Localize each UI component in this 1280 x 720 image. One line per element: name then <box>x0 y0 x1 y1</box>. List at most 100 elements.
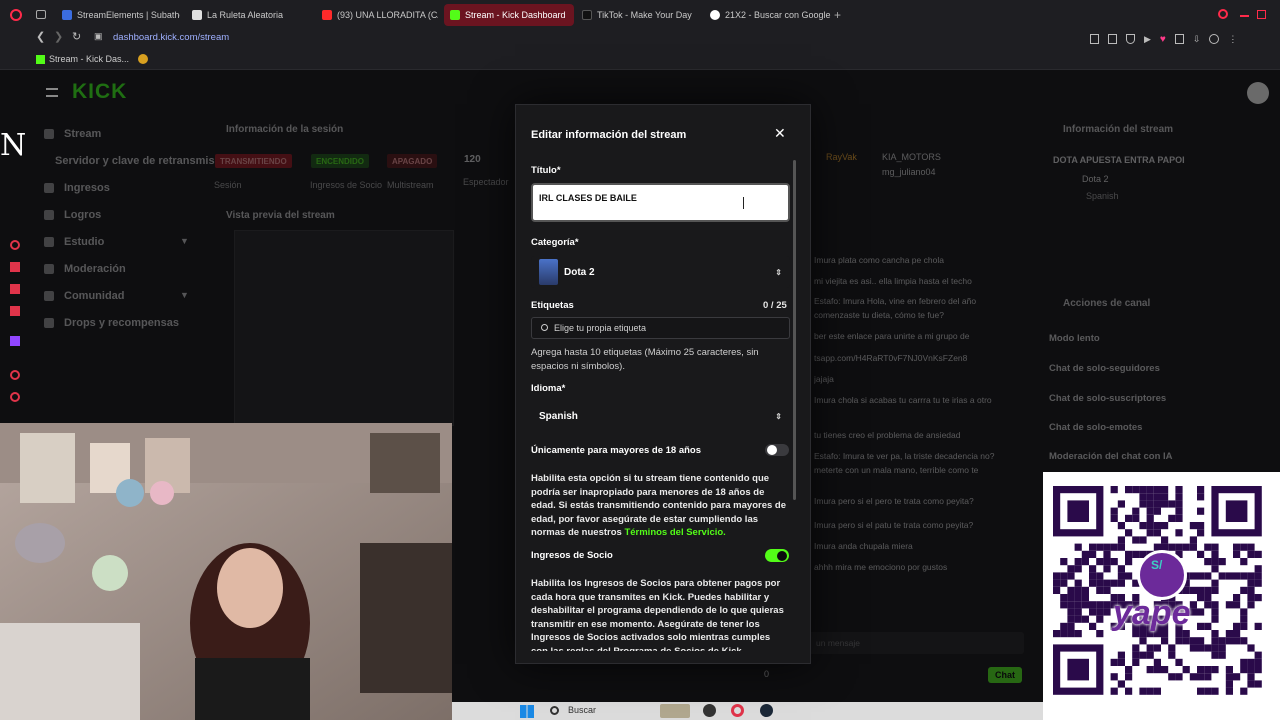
record-icon[interactable] <box>10 370 20 380</box>
taskbar-search-icon[interactable] <box>550 706 559 715</box>
chat-send-button[interactable]: Chat <box>988 667 1022 683</box>
webcam-image <box>0 423 452 720</box>
title-input-value: IRL CLASES DE BAILE <box>539 193 637 203</box>
back-icon[interactable]: ❮ <box>36 30 45 43</box>
partner-toggle[interactable] <box>765 549 789 562</box>
sidebar-item-moderacion[interactable]: Moderación <box>44 263 126 275</box>
url-field[interactable]: dashboard.kick.com/stream <box>113 32 229 43</box>
extensions-icon[interactable] <box>1174 34 1184 44</box>
tags-input[interactable]: Elige tu propia etiqueta <box>531 317 790 339</box>
history-icon[interactable] <box>10 392 20 402</box>
chat-message: tu tienes creo el problema de ansiedad <box>814 430 961 440</box>
new-tab-button[interactable]: + <box>834 8 841 22</box>
chat-icon[interactable] <box>10 284 20 294</box>
chevron-updown-icon: ⇕ <box>775 411 782 421</box>
chat-message: Imura pero si el pero te trata como peyi… <box>814 496 974 506</box>
tags-hint: Agrega hasta 10 etiquetas (Máximo 25 car… <box>531 347 759 372</box>
download-icon[interactable]: ⇩ <box>1193 34 1201 45</box>
hamburger-icon[interactable] <box>46 88 58 97</box>
language-value: Spanish <box>539 410 578 422</box>
chat-message: Estafo: Imura te ver pa, la triste decad… <box>814 451 995 461</box>
stream-info-title: Información del stream <box>1063 124 1174 135</box>
chevron-updown-icon: ⇕ <box>775 267 782 277</box>
gift-icon <box>44 318 54 328</box>
language-select[interactable]: Spanish ⇕ <box>531 400 790 432</box>
terms-link[interactable]: Términos del Servicio. <box>624 527 725 538</box>
profile-icon[interactable] <box>1209 34 1220 44</box>
chat-message: Estafo: Imura Hola, vine en febrero del … <box>814 296 977 306</box>
toggle-knob <box>777 550 787 561</box>
twitch-icon[interactable] <box>10 336 20 346</box>
dota-thumbnail <box>539 259 558 285</box>
user-avatar[interactable] <box>1247 82 1269 104</box>
browser-tab-active[interactable]: Stream - Kick Dashboard <box>444 4 574 26</box>
action-followers-only[interactable]: Chat de solo-seguidores <box>1049 363 1160 374</box>
browser-tab[interactable]: La Ruleta Aleatoria <box>186 4 310 26</box>
menu-icon[interactable]: ⋮ <box>1228 34 1237 45</box>
bookmark-item[interactable]: Stream - Kick Das... <box>49 54 129 64</box>
sidebar-item-comunidad[interactable]: Comunidad <box>44 290 125 302</box>
play-icon[interactable]: ▶ <box>1144 34 1151 45</box>
tab-favicon-icon <box>322 10 332 20</box>
bookmark-icon[interactable] <box>138 54 148 64</box>
bookmark-icon[interactable] <box>1090 34 1099 44</box>
sidebar-item-server-key[interactable]: Servidor y clave de retransmisión <box>55 155 231 167</box>
partner-label: Ingresos de Socio <box>531 550 613 561</box>
action-slow-mode[interactable]: Modo lento <box>1049 333 1100 344</box>
steam-icon[interactable] <box>760 704 773 717</box>
forward-icon[interactable]: ❯ <box>54 30 63 43</box>
kick-logo[interactable]: KICK <box>72 80 127 104</box>
sidebar-item-drops[interactable]: Drops y recompensas <box>44 317 179 329</box>
minimize-icon[interactable] <box>1240 15 1249 17</box>
category-select[interactable]: Dota 2 ⇕ <box>531 256 790 288</box>
sidebar-item-stream[interactable]: Stream <box>44 128 101 140</box>
chat-input[interactable]: un mensaje <box>806 632 1024 654</box>
workspaces-icon[interactable] <box>36 10 46 19</box>
chat-message: mi viejita es asi.. ella limpia hasta el… <box>814 276 972 286</box>
action-ai-moderation[interactable]: Moderación del chat con IA <box>1049 451 1173 462</box>
chat-message: Imura pero si el patu te trata como peyi… <box>814 520 974 530</box>
reload-icon[interactable]: ↻ <box>72 30 81 43</box>
sidebar-item-estudio[interactable]: Estudio <box>44 236 104 248</box>
title-input[interactable]: IRL CLASES DE BAILE <box>531 183 790 222</box>
browser-tab[interactable]: StreamElements | Subatho <box>56 4 180 26</box>
edit-stream-modal: Editar información del stream ✕ Título* … <box>515 104 811 664</box>
screenshot-icon[interactable] <box>1108 34 1117 44</box>
modal-scrollbar[interactable] <box>793 160 796 500</box>
chevron-down-icon[interactable]: ▼ <box>180 290 189 300</box>
maximize-icon[interactable] <box>1257 10 1266 19</box>
coins-icon <box>44 183 54 193</box>
action-emotes-only[interactable]: Chat de solo-emotes <box>1049 422 1142 433</box>
sidebar-item-logros[interactable]: Logros <box>44 209 101 221</box>
broadcast-icon <box>44 129 54 139</box>
browser-tab[interactable]: 21X2 - Buscar con Google <box>704 4 832 26</box>
tab-favicon-icon <box>450 10 460 20</box>
close-icon[interactable]: ✕ <box>774 125 786 142</box>
sidebar-item-ingresos[interactable]: Ingresos <box>44 182 110 194</box>
browser-logo-icon[interactable] <box>10 9 22 21</box>
taskbar-app-icon[interactable] <box>660 704 690 718</box>
search-icon[interactable] <box>1218 9 1228 19</box>
browser-tab-bar: StreamElements | Subatho La Ruleta Aleat… <box>0 0 1280 30</box>
gmail-icon[interactable] <box>10 306 20 316</box>
browser-tab[interactable]: (93) UNA LLORADITA (CA <box>316 4 438 26</box>
action-subs-only[interactable]: Chat de solo-suscriptores <box>1049 393 1166 404</box>
viewer-count: 120 <box>464 154 481 165</box>
chevron-down-icon[interactable]: ▼ <box>180 236 189 246</box>
heart-icon[interactable]: ♥ <box>1160 34 1166 45</box>
taskbar-search[interactable]: Buscar <box>568 705 596 715</box>
yape-brand: yape <box>1113 594 1191 632</box>
adult-toggle[interactable] <box>765 444 789 456</box>
taskbar-app-icon[interactable] <box>703 704 716 717</box>
shield-icon[interactable] <box>1126 34 1135 44</box>
record-icon[interactable] <box>10 240 20 250</box>
bookmarks-bar: Stream - Kick Das... <box>0 50 1280 70</box>
browser-tab[interactable]: TikTok - Make Your Day <box>576 4 700 26</box>
opera-icon[interactable] <box>731 704 744 717</box>
search-icon <box>541 324 548 331</box>
lock-icon[interactable] <box>10 262 20 272</box>
stream-preview <box>234 230 454 426</box>
windows-start-icon[interactable] <box>520 705 534 718</box>
tab-favicon-icon <box>582 10 592 20</box>
badge-caption: Sesión <box>214 180 242 190</box>
